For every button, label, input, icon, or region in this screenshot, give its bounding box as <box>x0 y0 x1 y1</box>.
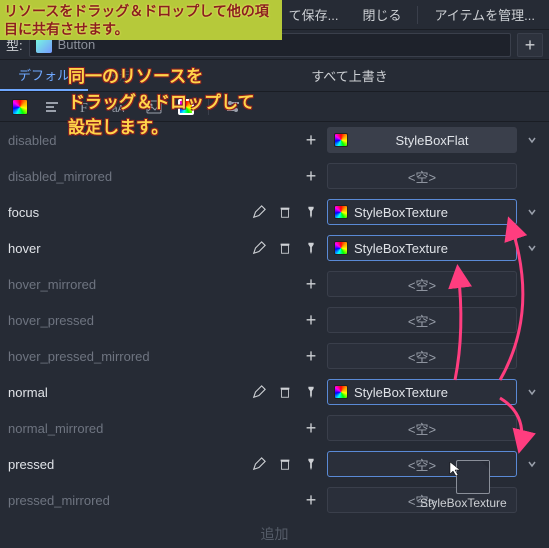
pin-icon[interactable] <box>301 202 321 222</box>
footer-add-label: 追加 <box>0 524 549 544</box>
close-button[interactable]: 閉じる <box>354 1 409 28</box>
property-label: hover_mirrored <box>8 277 295 292</box>
resource-slot[interactable]: <空> <box>327 163 517 189</box>
constants-filter-icon[interactable] <box>42 97 62 117</box>
resource-icon <box>334 241 348 255</box>
slot-label: <空> <box>408 311 436 330</box>
delete-icon[interactable] <box>275 202 295 222</box>
annotation-line: 設定します。 <box>68 115 255 141</box>
resource-slot[interactable]: StyleBoxTexture <box>327 379 517 405</box>
property-label: pressed <box>8 457 243 472</box>
add-override-icon[interactable]: + <box>301 490 321 510</box>
property-row-focus: focus StyleBoxTexture <box>0 194 549 230</box>
dropdown-caret-icon[interactable] <box>523 379 541 405</box>
delete-icon[interactable] <box>275 454 295 474</box>
property-label: focus <box>8 205 243 220</box>
add-override-icon[interactable]: + <box>301 346 321 366</box>
pin-icon[interactable] <box>301 382 321 402</box>
property-row-hover: hover StyleBoxTexture <box>0 230 549 266</box>
resource-slot[interactable]: <空> <box>327 271 517 297</box>
resource-slot[interactable]: <空> <box>327 307 517 333</box>
resource-icon <box>334 205 348 219</box>
resource-icon <box>334 133 348 147</box>
delete-icon[interactable] <box>275 382 295 402</box>
slot-label: StyleBoxTexture <box>354 385 448 400</box>
annotation-tooltip-share: リソースをドラッグ＆ドロップして他の項目に共有させます。 <box>0 0 282 40</box>
slot-label: <空> <box>408 419 436 438</box>
pin-icon[interactable] <box>301 238 321 258</box>
resource-slot[interactable]: <空> <box>327 415 517 441</box>
resource-icon <box>334 385 348 399</box>
property-rows: disabled+StyleBoxFlatdisabled_mirrored+<… <box>0 122 549 518</box>
delete-icon[interactable] <box>275 238 295 258</box>
slot-label: <空> <box>408 275 436 294</box>
property-row-normal: normal StyleBoxTexture <box>0 374 549 410</box>
add-override-icon[interactable]: + <box>301 166 321 186</box>
add-override-icon[interactable]: + <box>301 418 321 438</box>
annotation-line: ドラッグ＆ドロップして <box>68 90 255 116</box>
add-override-icon[interactable]: + <box>301 130 321 150</box>
slot-label: <空> <box>408 347 436 366</box>
dropdown-caret-icon[interactable] <box>523 235 541 261</box>
add-override-icon[interactable]: + <box>301 274 321 294</box>
property-label: pressed_mirrored <box>8 493 295 508</box>
resource-slot[interactable]: <空> <box>327 343 517 369</box>
resource-slot[interactable]: StyleBoxTexture <box>327 235 517 261</box>
property-row-hover_mirrored: hover_mirrored + <空> <box>0 266 549 302</box>
divider <box>417 6 418 24</box>
slot-label: StyleBoxTexture <box>354 241 448 256</box>
property-row-hover_pressed: hover_pressed + <空> <box>0 302 549 338</box>
slot-label: <空> <box>408 167 436 186</box>
resource-slot[interactable]: StyleBoxTexture <box>327 199 517 225</box>
property-label: hover <box>8 241 243 256</box>
property-label: normal_mirrored <box>8 421 295 436</box>
property-label: hover_pressed <box>8 313 295 328</box>
drag-preview-label: StyleBoxTexture <box>420 496 507 510</box>
rename-icon[interactable] <box>249 382 269 402</box>
add-override-icon[interactable]: + <box>301 310 321 330</box>
property-label: normal <box>8 385 243 400</box>
rename-icon[interactable] <box>249 454 269 474</box>
slot-label: StyleBoxFlat <box>354 133 510 148</box>
annotation-tooltip-drag: 同一のリソースを ドラッグ＆ドロップして 設定します。 <box>68 64 255 141</box>
manage-items-button[interactable]: アイテムを管理... <box>426 1 543 28</box>
property-row-hover_pressed_mirrored: hover_pressed_mirrored + <空> <box>0 338 549 374</box>
resource-slot[interactable]: StyleBoxFlat <box>327 127 517 153</box>
slot-label: StyleBoxTexture <box>354 205 448 220</box>
property-label: disabled_mirrored <box>8 169 295 184</box>
property-label: hover_pressed_mirrored <box>8 349 295 364</box>
save-button[interactable]: て保存... <box>281 1 347 28</box>
dropdown-caret-icon[interactable] <box>523 199 541 225</box>
slot-label: <空> <box>408 455 436 474</box>
property-row-normal_mirrored: normal_mirrored + <空> <box>0 410 549 446</box>
mouse-cursor-icon <box>448 460 464 476</box>
add-type-button[interactable]: + <box>517 33 543 57</box>
property-row-disabled_mirrored: disabled_mirrored + <空> <box>0 158 549 194</box>
dropdown-caret-icon[interactable] <box>523 127 541 153</box>
annotation-line: 同一のリソースを <box>68 64 255 90</box>
rename-icon[interactable] <box>249 238 269 258</box>
dropdown-caret-icon[interactable] <box>523 451 541 477</box>
color-filter-icon[interactable] <box>12 99 28 115</box>
pin-icon[interactable] <box>301 454 321 474</box>
rename-icon[interactable] <box>249 202 269 222</box>
